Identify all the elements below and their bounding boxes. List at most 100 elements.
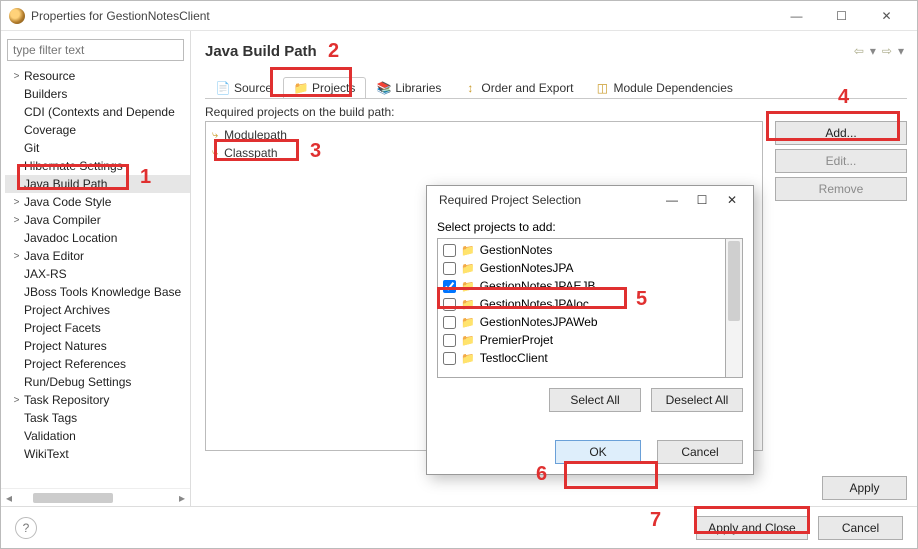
project-checkbox[interactable]	[443, 280, 456, 293]
dialog-cancel-button[interactable]: Cancel	[657, 440, 743, 464]
expand-icon	[11, 341, 22, 352]
tree-item[interactable]: Validation	[5, 427, 190, 445]
tree-item[interactable]: Project Facets	[5, 319, 190, 337]
project-icon: 📁	[461, 334, 475, 347]
tree-item[interactable]: Java Build Path	[5, 175, 190, 193]
expand-icon	[11, 377, 22, 388]
project-checkbox[interactable]	[443, 352, 456, 365]
tree-item[interactable]: Run/Debug Settings	[5, 373, 190, 391]
close-button[interactable]: ✕	[864, 2, 909, 30]
dialog-maximize[interactable]: ☐	[687, 187, 717, 213]
project-row[interactable]: 📁GestionNotesJPAWeb	[440, 313, 723, 331]
tree-item[interactable]: Project Natures	[5, 337, 190, 355]
side-buttons: Add... Edit... Remove	[775, 121, 907, 470]
apply-and-close-button[interactable]: Apply and Close	[696, 516, 808, 540]
category-tree[interactable]: >ResourceBuildersCDI (Contexts and Depen…	[1, 67, 190, 488]
expand-icon	[11, 143, 22, 154]
tree-item[interactable]: JAX-RS	[5, 265, 190, 283]
tab-order-and-export[interactable]: ↕Order and Export	[452, 77, 584, 98]
tree-item-label: JAX-RS	[24, 267, 67, 281]
project-row[interactable]: 📁GestionNotes	[440, 241, 723, 259]
apply-button[interactable]: Apply	[822, 476, 907, 500]
required-label: Required projects on the build path:	[205, 105, 907, 119]
project-checkbox[interactable]	[443, 316, 456, 329]
project-checkbox[interactable]	[443, 298, 456, 311]
expand-icon	[11, 125, 22, 136]
select-all-button[interactable]: Select All	[549, 388, 641, 412]
cancel-button[interactable]: Cancel	[818, 516, 903, 540]
tab-source[interactable]: 📄Source	[205, 77, 283, 98]
tree-item-label: Hibernate Settings	[24, 159, 123, 173]
dialog-title: Required Project Selection	[439, 193, 581, 207]
expand-icon	[11, 233, 22, 244]
tree-item[interactable]: Project References	[5, 355, 190, 373]
project-checkbox[interactable]	[443, 244, 456, 257]
titlebar: Properties for GestionNotesClient — ☐ ✕	[1, 1, 917, 31]
project-row[interactable]: 📁 GestionNotesJPAloc	[440, 295, 723, 313]
remove-button: Remove	[775, 177, 907, 201]
project-row[interactable]: 📁GestionNotesJPA	[440, 259, 723, 277]
filter-input[interactable]	[7, 39, 184, 61]
forward-button[interactable]: ⇨	[879, 44, 895, 58]
tree-item-label: JBoss Tools Knowledge Base	[24, 285, 181, 299]
add-button[interactable]: Add...	[775, 121, 907, 145]
project-checkbox[interactable]	[443, 262, 456, 275]
project-row[interactable]: 📁TestlocClient	[440, 349, 723, 367]
horizontal-scrollbar[interactable]: ◂▸	[1, 488, 190, 506]
maximize-button[interactable]: ☐	[819, 2, 864, 30]
tree-item[interactable]: Git	[5, 139, 190, 157]
minimize-button[interactable]: —	[774, 2, 819, 30]
deselect-all-button[interactable]: Deselect All	[651, 388, 743, 412]
tab-icon: 📁	[294, 81, 308, 95]
tree-item[interactable]: WikiText	[5, 445, 190, 463]
expand-icon	[11, 323, 22, 334]
project-list[interactable]: 📁GestionNotes📁GestionNotesJPA📁GestionNot…	[437, 238, 726, 378]
tree-item[interactable]: >Resource	[5, 67, 190, 85]
project-checkbox[interactable]	[443, 334, 456, 347]
project-row[interactable]: 📁PremierProjet	[440, 331, 723, 349]
tree-item[interactable]: Builders	[5, 85, 190, 103]
tree-item-label: Java Editor	[24, 249, 84, 263]
eclipse-icon	[9, 8, 25, 24]
project-label: GestionNotesJPAloc	[480, 297, 589, 311]
project-icon: 📁	[461, 298, 475, 311]
tree-item[interactable]: CDI (Contexts and Depende	[5, 103, 190, 121]
tree-item[interactable]: >Java Editor	[5, 247, 190, 265]
dialog-minimize[interactable]: —	[657, 187, 687, 213]
path-row[interactable]: ⤷Classpath	[212, 144, 756, 162]
path-row[interactable]: ⤷Modulepath	[212, 126, 756, 144]
tree-item[interactable]: >Java Compiler	[5, 211, 190, 229]
tab-projects[interactable]: 📁Projects	[283, 77, 366, 98]
project-row[interactable]: 📁GestionNotesJPAEJB	[440, 277, 723, 295]
tree-item[interactable]: Task Tags	[5, 409, 190, 427]
filter-field-wrap	[7, 39, 184, 61]
expand-icon	[11, 431, 22, 442]
help-button[interactable]: ?	[15, 517, 37, 539]
tab-libraries[interactable]: 📚Libraries	[366, 77, 452, 98]
back-menu[interactable]: ▾	[867, 44, 879, 58]
window-title: Properties for GestionNotesClient	[31, 9, 210, 23]
expand-icon: >	[11, 197, 22, 208]
tree-item[interactable]: Project Archives	[5, 301, 190, 319]
back-button[interactable]: ⇦	[851, 44, 867, 58]
tree-item[interactable]: >Java Code Style	[5, 193, 190, 211]
forward-menu[interactable]: ▾	[895, 44, 907, 58]
dialog-titlebar: Required Project Selection — ☐ ✕	[427, 186, 753, 214]
tree-item[interactable]: Coverage	[5, 121, 190, 139]
dialog-close[interactable]: ✕	[717, 187, 747, 213]
tree-item[interactable]: Hibernate Settings	[5, 157, 190, 175]
expand-icon: >	[11, 395, 22, 406]
tab-label: Source	[234, 81, 272, 95]
project-label: TestlocClient	[480, 351, 548, 365]
tree-item[interactable]: Javadoc Location	[5, 229, 190, 247]
project-label: GestionNotesJPA	[480, 261, 574, 275]
tree-item[interactable]: JBoss Tools Knowledge Base	[5, 283, 190, 301]
tab-label: Module Dependencies	[613, 81, 732, 95]
expand-icon	[11, 107, 22, 118]
ok-button[interactable]: OK	[555, 440, 641, 464]
tree-item[interactable]: >Task Repository	[5, 391, 190, 409]
tree-item-label: Java Code Style	[24, 195, 111, 209]
tab-module-dependencies[interactable]: ◫Module Dependencies	[584, 77, 743, 98]
tree-item-label: Git	[24, 141, 39, 155]
list-scrollbar[interactable]	[726, 238, 743, 378]
